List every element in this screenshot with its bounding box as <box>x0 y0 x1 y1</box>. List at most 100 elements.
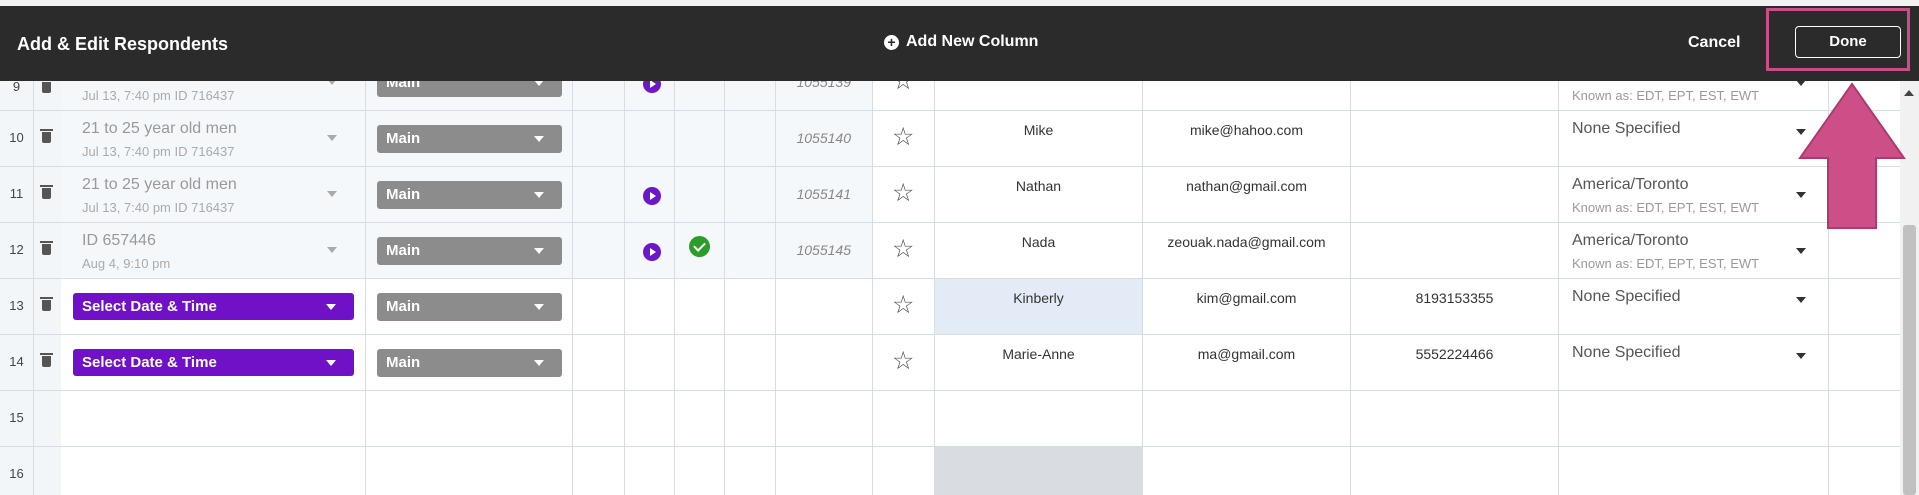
row-number: 14 <box>0 335 34 390</box>
star-icon[interactable]: ☆ <box>892 181 914 206</box>
row-number: 11 <box>0 167 34 222</box>
trash-icon[interactable] <box>40 185 53 199</box>
phone-cell[interactable]: 8193153355 <box>1351 279 1559 334</box>
scrollbar-thumb[interactable] <box>1903 225 1916 495</box>
phone-cell[interactable] <box>1351 223 1559 278</box>
chevron-down-icon[interactable] <box>327 135 337 141</box>
timezone-main: None Specified <box>1572 288 1681 305</box>
email-cell[interactable]: kim@gmail.com <box>1143 279 1351 334</box>
chevron-down-icon <box>326 360 336 366</box>
star-icon[interactable]: ☆ <box>892 125 914 150</box>
name-cell[interactable]: Nathan <box>935 167 1143 222</box>
chevron-down-icon <box>534 192 544 198</box>
timezone-cell[interactable]: None Specified <box>1559 111 1829 166</box>
trash-icon[interactable] <box>40 129 53 143</box>
cancel-button[interactable]: Cancel <box>1688 34 1740 52</box>
date-cell[interactable]: Jul 13, 7:40 pm ID 716437 <box>61 81 366 110</box>
play-icon[interactable] <box>643 81 661 93</box>
timezone-cell[interactable]: America/Toronto Known as: EDT, EPT, EST,… <box>1559 167 1829 222</box>
date-sub: Jul 13, 7:40 pm ID 716437 <box>82 144 235 159</box>
select-date-time-button[interactable]: Select Date & Time <box>73 293 354 320</box>
plus-circle-icon: + <box>884 34 899 50</box>
star-icon[interactable]: ☆ <box>892 81 914 94</box>
email-cell[interactable]: zeouak.nada@gmail.com <box>1143 223 1351 278</box>
star-icon[interactable]: ☆ <box>892 349 914 374</box>
timezone-cell[interactable] <box>1559 391 1829 446</box>
timezone-main: America/Toronto <box>1572 176 1689 193</box>
phone-cell[interactable] <box>1351 81 1559 110</box>
table-row: 9 Jul 13, 7:40 pm ID 716437 Main 1055139… <box>0 81 1900 111</box>
trash-icon[interactable] <box>40 353 53 367</box>
timezone-cell[interactable]: None Specified <box>1559 279 1829 334</box>
trash-icon[interactable] <box>40 297 53 311</box>
email-cell[interactable] <box>1143 391 1351 446</box>
row-number: 15 <box>0 391 34 446</box>
timezone-sub: Known as: EDT, EPT, EST, EWT <box>1572 200 1760 215</box>
table-row: 13 Select Date & Time Main ☆ Kinberly ki… <box>0 279 1900 335</box>
date-cell[interactable]: ID 657446 Aug 4, 9:10 pm <box>61 223 366 278</box>
respondent-id: 1055145 <box>776 223 873 278</box>
timezone-cell[interactable]: Known as: EDT, EPT, EST, EWT <box>1559 81 1829 110</box>
group-select[interactable]: Main <box>377 293 562 321</box>
date-main: ID 657446 <box>82 232 156 249</box>
email-cell[interactable]: ma@gmail.com <box>1143 335 1351 390</box>
timezone-main: None Specified <box>1572 120 1681 137</box>
chevron-down-icon[interactable] <box>1796 297 1806 303</box>
name-cell[interactable] <box>935 447 1143 495</box>
play-icon[interactable] <box>643 243 661 261</box>
timezone-cell[interactable]: None Specified <box>1559 335 1829 390</box>
timezone-cell[interactable]: America/Toronto Known as: EDT, EPT, EST,… <box>1559 223 1829 278</box>
chevron-down-icon <box>534 248 544 254</box>
name-cell[interactable]: Mike <box>935 111 1143 166</box>
row-number: 13 <box>0 279 34 334</box>
name-cell[interactable] <box>935 391 1143 446</box>
play-icon[interactable] <box>643 187 661 205</box>
timezone-sub: Known as: EDT, EPT, EST, EWT <box>1572 256 1760 271</box>
group-select[interactable]: Main <box>377 237 562 265</box>
table-row: 10 21 to 25 year old men Jul 13, 7:40 pm… <box>0 111 1900 167</box>
email-cell[interactable]: mike@hahoo.com <box>1143 111 1351 166</box>
email-cell[interactable] <box>1143 81 1351 110</box>
chevron-down-icon[interactable] <box>327 247 337 253</box>
phone-cell[interactable] <box>1351 111 1559 166</box>
name-cell[interactable] <box>935 81 1143 110</box>
date-sub: Jul 13, 7:40 pm ID 716437 <box>82 200 235 215</box>
name-cell[interactable]: Marie-Anne <box>935 335 1143 390</box>
respondent-id: 1055139 <box>776 81 873 110</box>
trash-icon[interactable] <box>40 241 53 255</box>
table-row: 14 Select Date & Time Main ☆ Marie-Anne … <box>0 335 1900 391</box>
name-cell[interactable]: Nada <box>935 223 1143 278</box>
email-cell[interactable] <box>1143 447 1351 495</box>
star-icon[interactable]: ☆ <box>892 237 914 262</box>
group-cell[interactable] <box>366 391 573 446</box>
date-cell[interactable]: 21 to 25 year old men Jul 13, 7:40 pm ID… <box>61 111 366 166</box>
date-sub: Aug 4, 9:10 pm <box>82 256 171 271</box>
date-cell[interactable] <box>61 447 366 495</box>
check-icon <box>689 236 710 257</box>
phone-cell[interactable]: 5552224466 <box>1351 335 1559 390</box>
email-cell[interactable]: nathan@gmail.com <box>1143 167 1351 222</box>
group-select[interactable]: Main <box>377 81 562 97</box>
phone-cell[interactable] <box>1351 447 1559 495</box>
chevron-down-icon[interactable] <box>1796 353 1806 359</box>
group-cell[interactable] <box>366 447 573 495</box>
trash-icon[interactable] <box>42 82 51 93</box>
chevron-down-icon <box>534 136 544 142</box>
timezone-cell[interactable] <box>1559 447 1829 495</box>
phone-cell[interactable] <box>1351 391 1559 446</box>
select-date-time-button[interactable]: Select Date & Time <box>73 349 354 376</box>
name-cell[interactable]: Kinberly <box>935 279 1143 334</box>
group-select[interactable]: Main <box>377 349 562 377</box>
group-select[interactable]: Main <box>377 125 562 153</box>
star-icon[interactable]: ☆ <box>892 293 914 318</box>
chevron-down-icon[interactable] <box>1796 248 1806 254</box>
add-new-column-button[interactable]: + Add New Column <box>884 33 1038 51</box>
date-cell[interactable] <box>61 391 366 446</box>
phone-cell[interactable] <box>1351 167 1559 222</box>
chevron-down-icon[interactable] <box>327 191 337 197</box>
done-button[interactable]: Done <box>1795 26 1901 58</box>
respondent-id <box>776 279 873 334</box>
date-cell[interactable]: 21 to 25 year old men Jul 13, 7:40 pm ID… <box>61 167 366 222</box>
group-select[interactable]: Main <box>377 181 562 209</box>
chevron-down-icon[interactable] <box>327 81 337 85</box>
